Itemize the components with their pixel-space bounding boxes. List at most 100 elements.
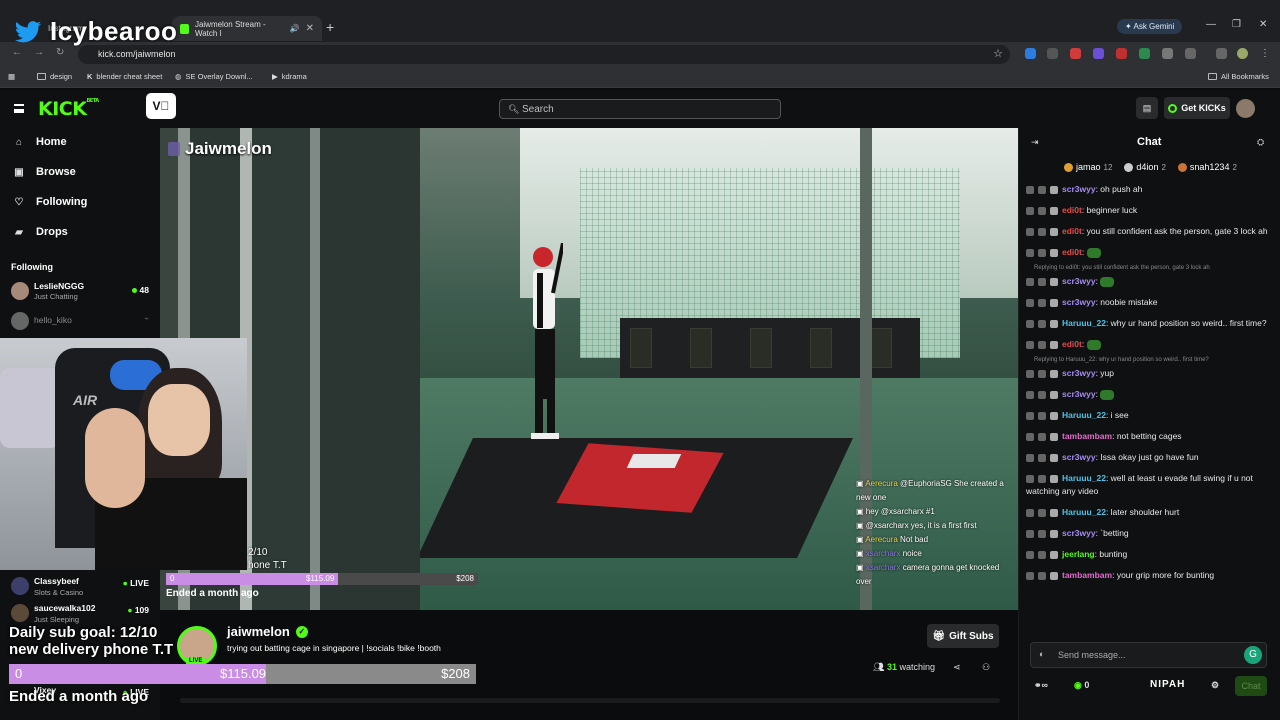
maximize-icon[interactable]: ❐ [1232, 19, 1241, 30]
chat-username[interactable]: jeerlang [1062, 549, 1095, 559]
chat-message[interactable]: edi0t: [1026, 338, 1270, 351]
timeout-icon[interactable] [1038, 185, 1046, 194]
kicks-balance[interactable]: ◉ 0 [1074, 680, 1089, 691]
timeout-icon[interactable] [1038, 227, 1046, 236]
badge-icon[interactable] [1050, 206, 1058, 215]
chat-message[interactable]: tambambam: your grip more for bunting [1026, 569, 1270, 582]
bookmark-se-overlay[interactable]: ◍ SE Overlay Downl... [175, 72, 253, 81]
chat-username[interactable]: scr3wyy [1062, 276, 1096, 286]
chat-emote-menu-icon[interactable]: ⚭∞ [1034, 680, 1048, 691]
chat-username[interactable]: scr3wyy [1062, 368, 1096, 378]
chat-username[interactable]: scr3wyy [1062, 389, 1096, 399]
chat-message[interactable]: edi0t: beginner luck [1026, 204, 1270, 217]
badge-icon[interactable] [1050, 277, 1058, 286]
badge-icon[interactable] [1050, 390, 1058, 399]
timeout-icon[interactable] [1038, 340, 1046, 349]
chat-settings-icon[interactable]: ⛭ [1257, 137, 1264, 148]
user-avatar[interactable] [1236, 99, 1255, 118]
leaderboard-entry[interactable]: jamao 12 [1064, 162, 1112, 172]
chat-message[interactable]: scr3wyy: `betting [1026, 527, 1270, 540]
moderation-icon[interactable] [1026, 411, 1034, 420]
ask-gemini-button[interactable]: ✦ Ask Gemini [1117, 19, 1183, 34]
reload-icon[interactable]: ↻ [56, 47, 64, 58]
chat-message[interactable]: scr3wyy: yup [1026, 367, 1270, 380]
timeout-icon[interactable] [1038, 474, 1046, 483]
chat-message[interactable]: scr3wyy: [1026, 275, 1270, 288]
emote-icon[interactable]: ◐ [1039, 649, 1044, 659]
extension-icon[interactable] [1070, 48, 1081, 59]
chat-username[interactable]: Haruuu_22 [1062, 507, 1106, 517]
badge-icon[interactable] [1050, 550, 1058, 559]
chat-message[interactable]: scr3wyy: noobie mistake [1026, 296, 1270, 309]
moderation-icon[interactable] [1026, 298, 1034, 307]
chat-username[interactable]: edi0t [1062, 205, 1082, 215]
extension-icon[interactable] [1025, 48, 1036, 59]
chat-username[interactable]: tambambam [1062, 570, 1112, 580]
following-item[interactable]: LeslieNGGG Just Chatting 48 [11, 280, 151, 306]
share-icon[interactable]: ⋖ [953, 662, 961, 673]
close-window-icon[interactable]: ✕ [1259, 19, 1267, 30]
chat-message-list[interactable]: scr3wyy: oh push ah edi0t: beginner luck e… [1026, 183, 1270, 590]
moderation-icon[interactable] [1026, 369, 1034, 378]
grammarly-icon[interactable]: G [1244, 646, 1262, 664]
chat-username[interactable]: Haruuu_22 [1062, 410, 1106, 420]
profile-avatar-icon[interactable] [1237, 48, 1248, 59]
timeout-icon[interactable] [1038, 206, 1046, 215]
moderation-icon[interactable] [1026, 340, 1034, 349]
bookmark-star-icon[interactable]: ☆ [993, 47, 1003, 60]
moderation-icon[interactable] [1026, 227, 1034, 236]
timeout-icon[interactable] [1038, 453, 1046, 462]
sidebar-item-following[interactable]: ♡ Following [14, 196, 88, 208]
moderation-icon[interactable] [1026, 508, 1034, 517]
badge-icon[interactable] [1050, 319, 1058, 328]
timeout-icon[interactable] [1038, 550, 1046, 559]
get-kicks-button[interactable]: Get KICKs [1164, 97, 1230, 119]
moderation-icon[interactable] [1026, 185, 1034, 194]
bookmark-blender[interactable]: Kblender cheat sheet [87, 72, 162, 81]
moderation-icon[interactable] [1026, 319, 1034, 328]
chat-username[interactable]: scr3wyy [1062, 297, 1096, 307]
chat-message[interactable]: Haruuu_22: i see [1026, 409, 1270, 422]
sidebar-item-home[interactable]: ⌂ Home [14, 136, 67, 148]
chat-gear-icon[interactable]: ⚙ [1211, 680, 1219, 691]
chat-message[interactable]: jeerlang: bunting [1026, 548, 1270, 561]
following-item[interactable]: hello_kiko ⌁ [11, 310, 151, 336]
chat-username[interactable]: Haruuu_22 [1062, 473, 1106, 483]
chat-username[interactable]: edi0t [1062, 247, 1082, 257]
apps-icon[interactable]: ▦ [8, 72, 15, 81]
page-scrollbar[interactable] [180, 698, 1000, 703]
moderation-icon[interactable] [1026, 206, 1034, 215]
streamer-name[interactable]: jaiwmelon ✓ [227, 624, 308, 639]
badge-icon[interactable] [1050, 529, 1058, 538]
leaderboard-entry[interactable]: d4ion 2 [1124, 162, 1166, 172]
new-tab-button[interactable]: + [326, 19, 334, 35]
following-item[interactable]: Classybeef Slots & Casino ● LIVE [11, 575, 151, 601]
chat-message[interactable]: edi0t: you still confident ask the perso… [1026, 225, 1270, 238]
chat-username[interactable]: edi0t [1062, 339, 1082, 349]
kick-logo[interactable]: KICKBETA [38, 98, 99, 120]
timeout-icon[interactable] [1038, 432, 1046, 441]
timeout-icon[interactable] [1038, 277, 1046, 286]
inventory-icon[interactable]: ▤ [1136, 97, 1158, 119]
moderation-icon[interactable] [1026, 432, 1034, 441]
chat-message[interactable]: tambambam: not betting cages [1026, 430, 1270, 443]
chat-username[interactable]: edi0t [1062, 226, 1082, 236]
sidebar-item-browse[interactable]: ▣ Browse [14, 166, 75, 178]
chat-username[interactable]: scr3wyy [1062, 528, 1096, 538]
bookmark-design[interactable]: design [37, 72, 72, 81]
chat-username[interactable]: tambambam [1062, 431, 1112, 441]
chat-message[interactable]: scr3wyy: [1026, 388, 1270, 401]
timeout-icon[interactable] [1038, 319, 1046, 328]
chat-username[interactable]: scr3wyy [1062, 452, 1096, 462]
chat-message[interactable]: Haruuu_22: later shoulder hurt [1026, 506, 1270, 519]
vo-extension-icon[interactable]: V⃞ [146, 93, 176, 119]
follow-user-icon[interactable]: ⚇ [982, 662, 990, 673]
timeout-icon[interactable] [1038, 571, 1046, 580]
leaderboard-entry[interactable]: snah1234 2 [1177, 162, 1237, 172]
extension-icon[interactable] [1139, 48, 1150, 59]
chat-message[interactable]: Haruuu_22: why ur hand position so weird… [1026, 317, 1270, 330]
badge-icon[interactable] [1050, 369, 1058, 378]
timeout-icon[interactable] [1038, 248, 1046, 257]
moderation-icon[interactable] [1026, 474, 1034, 483]
back-icon[interactable]: ← [12, 47, 22, 58]
